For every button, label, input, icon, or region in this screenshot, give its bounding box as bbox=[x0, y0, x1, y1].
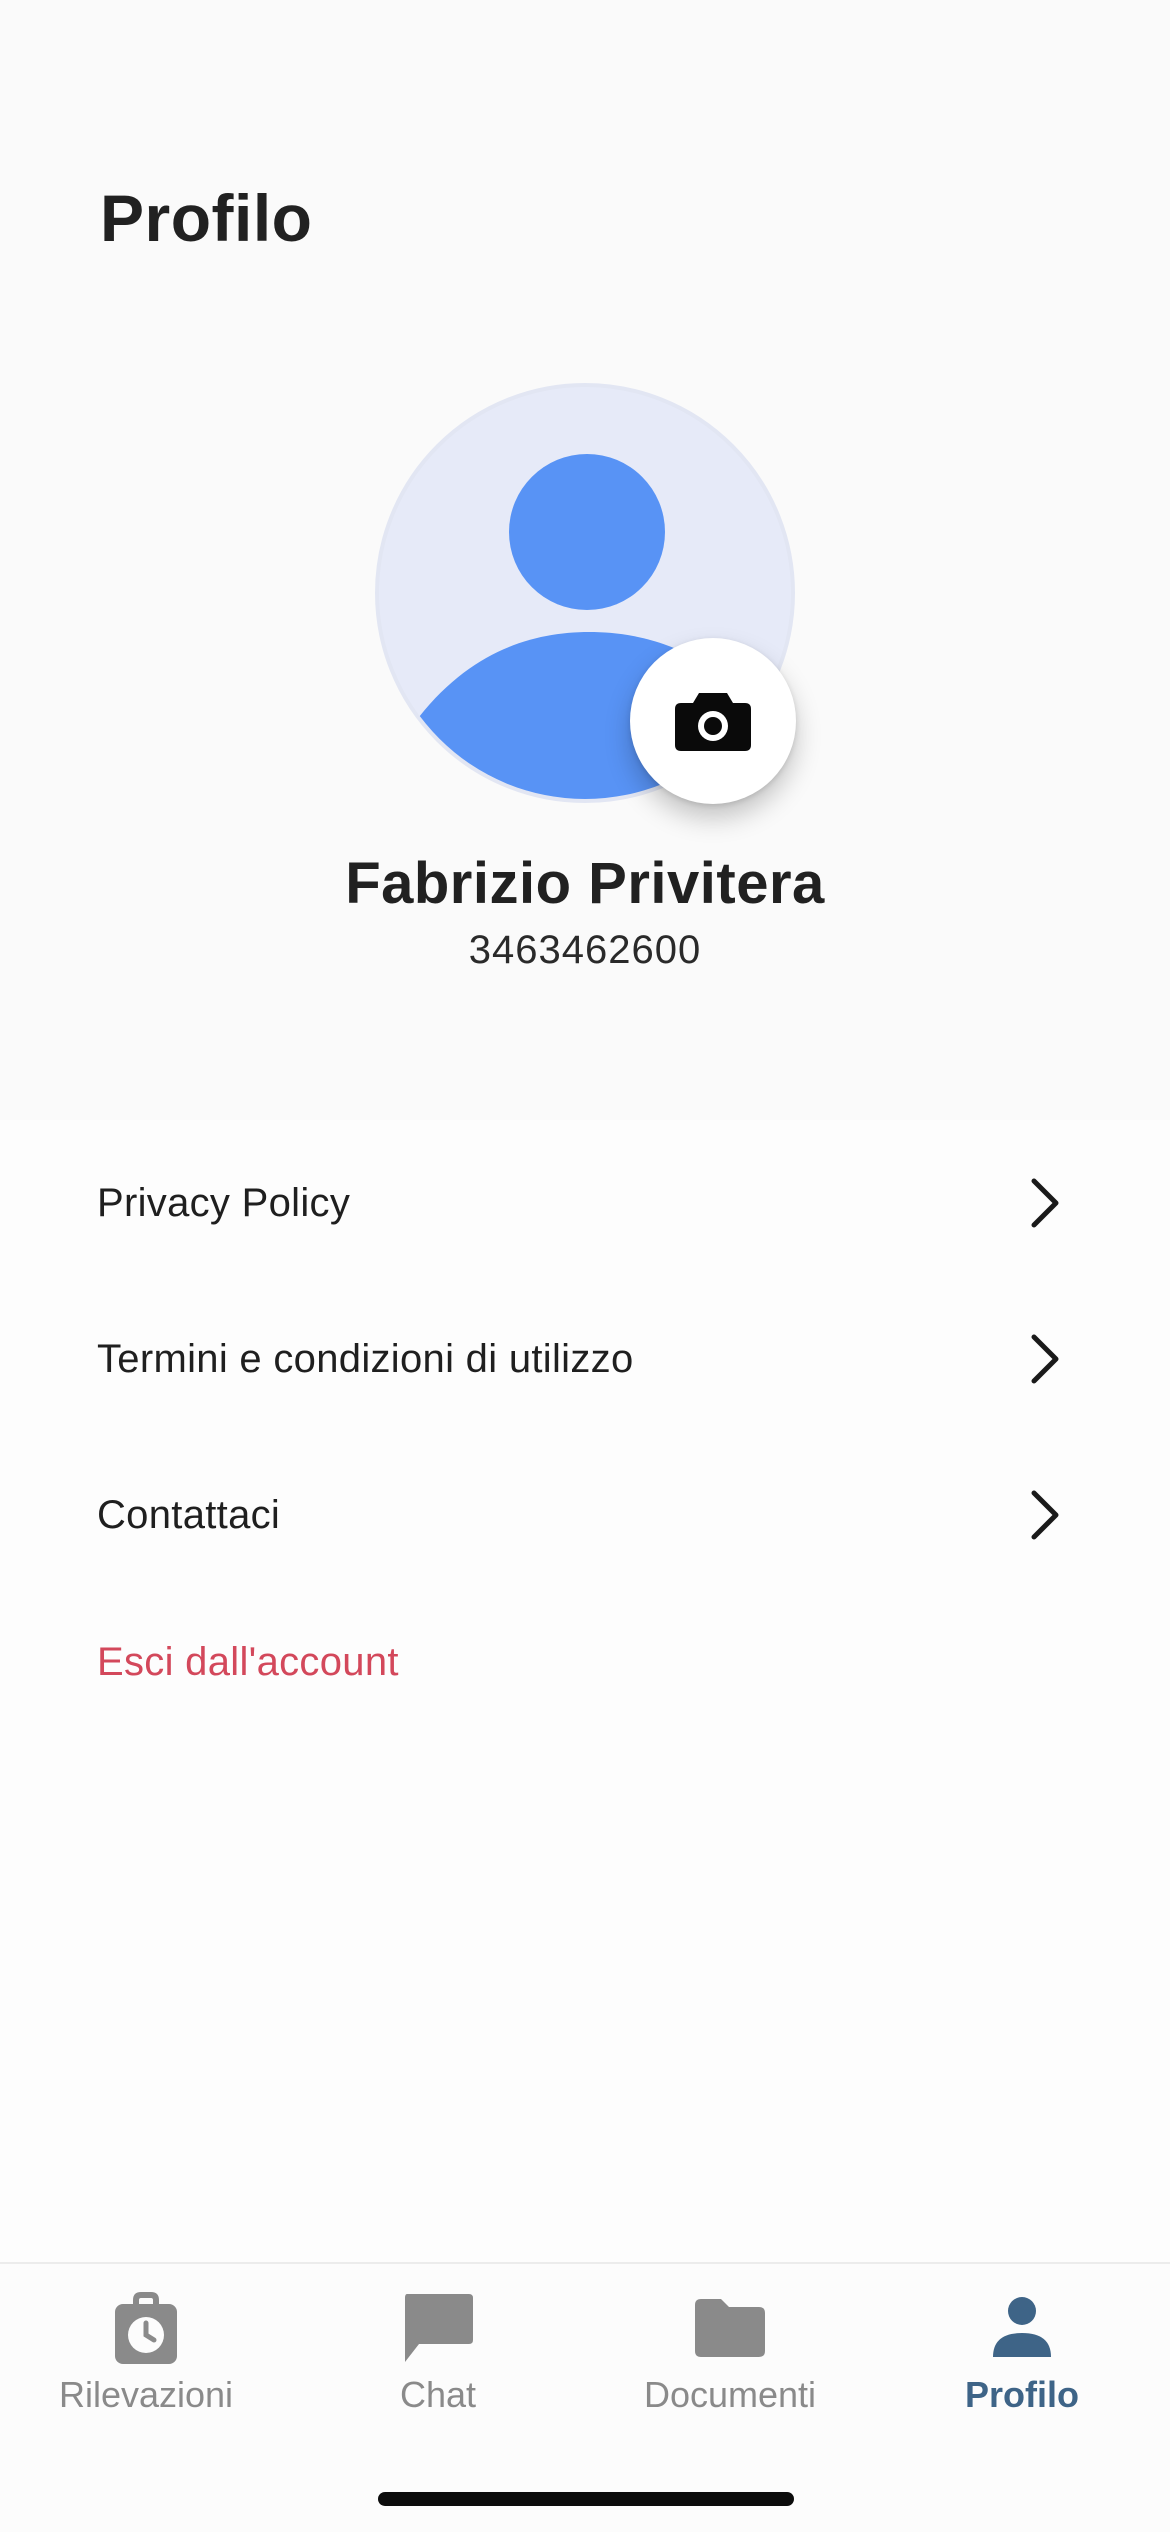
menu-item-contact[interactable]: Contattaci bbox=[0, 1437, 1170, 1593]
folder-icon bbox=[695, 2299, 765, 2357]
tab-rilevazioni[interactable]: Rilevazioni bbox=[0, 2264, 292, 2464]
avatar-container bbox=[375, 383, 796, 804]
menu-item-label: Contattaci bbox=[97, 1492, 281, 1537]
chevron-right-icon bbox=[1031, 1334, 1059, 1384]
chat-bubble-icon bbox=[405, 2294, 473, 2362]
tab-documenti[interactable]: Documenti bbox=[584, 2264, 876, 2464]
tab-label: Documenti bbox=[643, 2374, 817, 2415]
profile-screen: Profilo Fabrizio Privitera 3463462600 Pr… bbox=[0, 0, 1170, 2532]
menu-item-terms[interactable]: Termini e condizioni di utilizzo bbox=[0, 1281, 1170, 1437]
stopwatch-bag-icon bbox=[115, 2292, 177, 2364]
person-icon bbox=[993, 2297, 1051, 2357]
menu-item-label: Privacy Policy bbox=[97, 1180, 351, 1225]
settings-menu: Privacy Policy Termini e condizioni di u… bbox=[0, 1125, 1170, 1593]
page-title: Profilo bbox=[100, 181, 313, 255]
chevron-right-icon bbox=[1031, 1490, 1059, 1540]
user-name: Fabrizio Privitera bbox=[345, 851, 825, 916]
tab-label: Profilo bbox=[965, 2374, 1079, 2415]
tab-profilo[interactable]: Profilo bbox=[876, 2264, 1168, 2464]
user-phone: 3463462600 bbox=[468, 928, 702, 972]
logout-button[interactable]: Esci dall'account bbox=[97, 1640, 399, 1685]
status-bar bbox=[0, 0, 1170, 140]
home-indicator bbox=[378, 2492, 794, 2506]
tab-label: Chat bbox=[399, 2374, 477, 2415]
profile-header-area: Profilo Fabrizio Privitera 3463462600 bbox=[0, 0, 1170, 1120]
menu-item-label: Termini e condizioni di utilizzo bbox=[97, 1336, 634, 1381]
tab-label: Rilevazioni bbox=[58, 2374, 234, 2415]
camera-icon bbox=[675, 693, 751, 751]
chevron-right-icon bbox=[1031, 1178, 1059, 1228]
tab-chat[interactable]: Chat bbox=[292, 2264, 584, 2464]
change-photo-button[interactable] bbox=[630, 638, 796, 804]
menu-item-privacy-policy[interactable]: Privacy Policy bbox=[0, 1125, 1170, 1281]
